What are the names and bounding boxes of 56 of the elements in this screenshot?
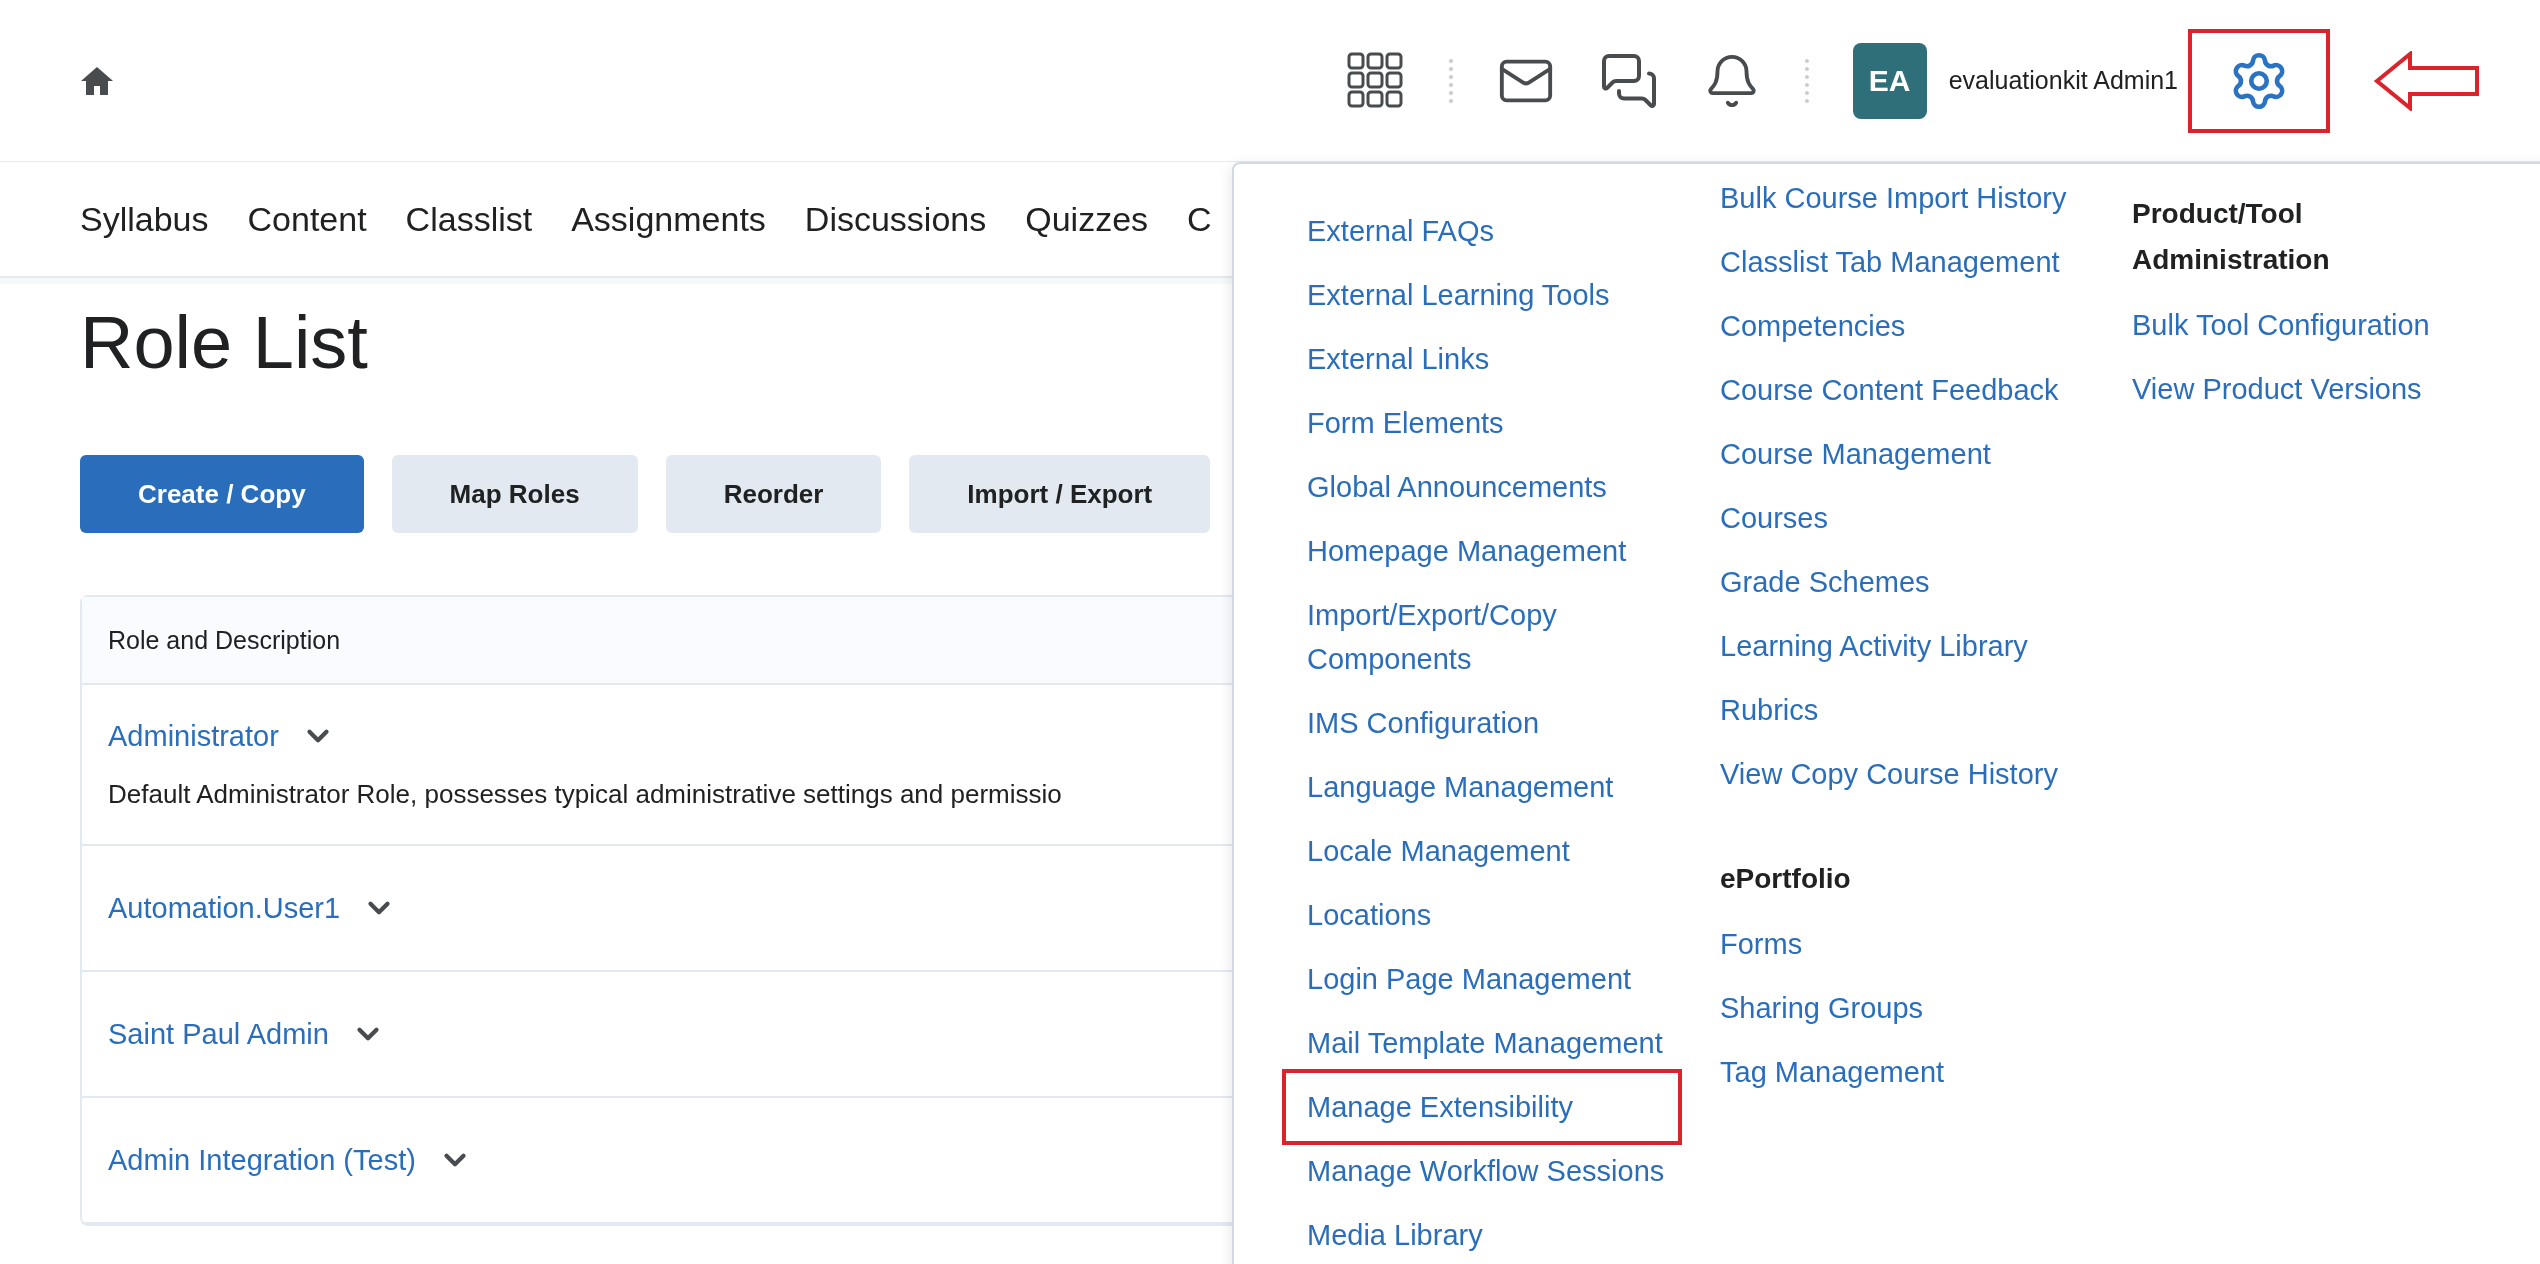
menu-link[interactable]: Manage Extensibility (1282, 1069, 1682, 1145)
role-link[interactable]: Automation.User1 (108, 891, 341, 925)
menu-link[interactable]: Language Management (1307, 765, 1697, 809)
role-link[interactable]: Saint Paul Admin (108, 1017, 329, 1051)
menu-link[interactable]: Locale Management (1307, 829, 1697, 873)
menu-link[interactable]: Media Library (1307, 1213, 1697, 1257)
menu-link[interactable]: Login Page Management (1307, 957, 1697, 1001)
menu-link[interactable]: Mail Template Management (1307, 1021, 1697, 1065)
menu-link[interactable]: External Learning Tools (1307, 273, 1697, 317)
menu-link[interactable]: Rubrics (1720, 688, 2110, 732)
action-button[interactable]: Reorder (665, 455, 882, 533)
menu-link[interactable]: Sharing Groups (1720, 986, 2110, 1030)
nav-link[interactable]: Syllabus (80, 199, 209, 239)
user-name[interactable]: evaluationkit Admin1 (1948, 66, 2178, 95)
column-header: Role and Description (108, 625, 341, 655)
menu-link[interactable]: External FAQs (1307, 209, 1697, 253)
action-button[interactable]: Map Roles (391, 455, 638, 533)
nav-link[interactable]: Discussions (804, 199, 987, 239)
menu-group-heading: Product/Tool Administration (2132, 197, 2331, 277)
role-description: Default Administrator Role, possesses typical administrative settings and permissio (108, 779, 1062, 810)
menu-link[interactable]: Learning Activity Library (1720, 624, 2110, 668)
role-link[interactable]: Admin Integration (Test) (108, 1143, 416, 1177)
home-icon[interactable] (80, 65, 114, 96)
menu-link[interactable]: Form Elements (1307, 401, 1697, 445)
nav-link[interactable]: Assignments (571, 199, 766, 239)
action-button[interactable]: Import / Export (909, 455, 1211, 533)
menu-link[interactable]: View Product Versions (2132, 367, 2522, 411)
menu-link[interactable]: Homepage Management (1307, 529, 1697, 573)
menu-link[interactable]: View Copy Course History (1720, 752, 2110, 796)
page-title: Role List (80, 300, 368, 385)
menu-link[interactable]: Manage Workflow Sessions (1307, 1149, 1697, 1193)
menu-link[interactable]: Courses (1720, 496, 2110, 540)
menu-link[interactable]: External Links (1307, 337, 1697, 381)
role-link[interactable]: Administrator (108, 719, 279, 753)
menu-link[interactable]: Course Content Feedback (1720, 368, 2110, 412)
settings-button[interactable] (2188, 28, 2330, 133)
nav-link[interactable]: Classlist (405, 199, 533, 239)
menu-link[interactable]: IMS Configuration (1307, 701, 1697, 745)
menu-group-heading: ePortfolio (1720, 862, 1852, 896)
menu-link[interactable]: Tag Management (1720, 1050, 2110, 1094)
user-avatar[interactable]: EA (1852, 42, 1927, 119)
nav-link[interactable]: Content (247, 199, 367, 239)
menu-link[interactable]: Course Management (1720, 432, 2110, 476)
menu-link[interactable]: Classlist Tab Management (1720, 240, 2110, 284)
menu-link[interactable]: Bulk Tool Configuration (2132, 303, 2522, 347)
menu-link[interactable]: Grade Schemes (1720, 560, 2110, 604)
nav-link[interactable]: C (1187, 199, 1212, 239)
menu-link[interactable]: Global Announcements (1307, 465, 1697, 509)
menu-link[interactable]: Import/Export/Copy Components (1307, 593, 1697, 681)
menu-link[interactable]: Bulk Course Import History (1720, 176, 2110, 220)
nav-link[interactable]: Quizzes (1025, 199, 1149, 239)
app-grid-icon[interactable] (1346, 51, 1405, 110)
menu-link[interactable]: Forms (1720, 922, 2110, 966)
action-button[interactable]: Create / Copy (80, 455, 364, 533)
menu-link[interactable]: Competencies (1720, 304, 2110, 348)
menu-link[interactable]: Locations (1307, 893, 1697, 937)
